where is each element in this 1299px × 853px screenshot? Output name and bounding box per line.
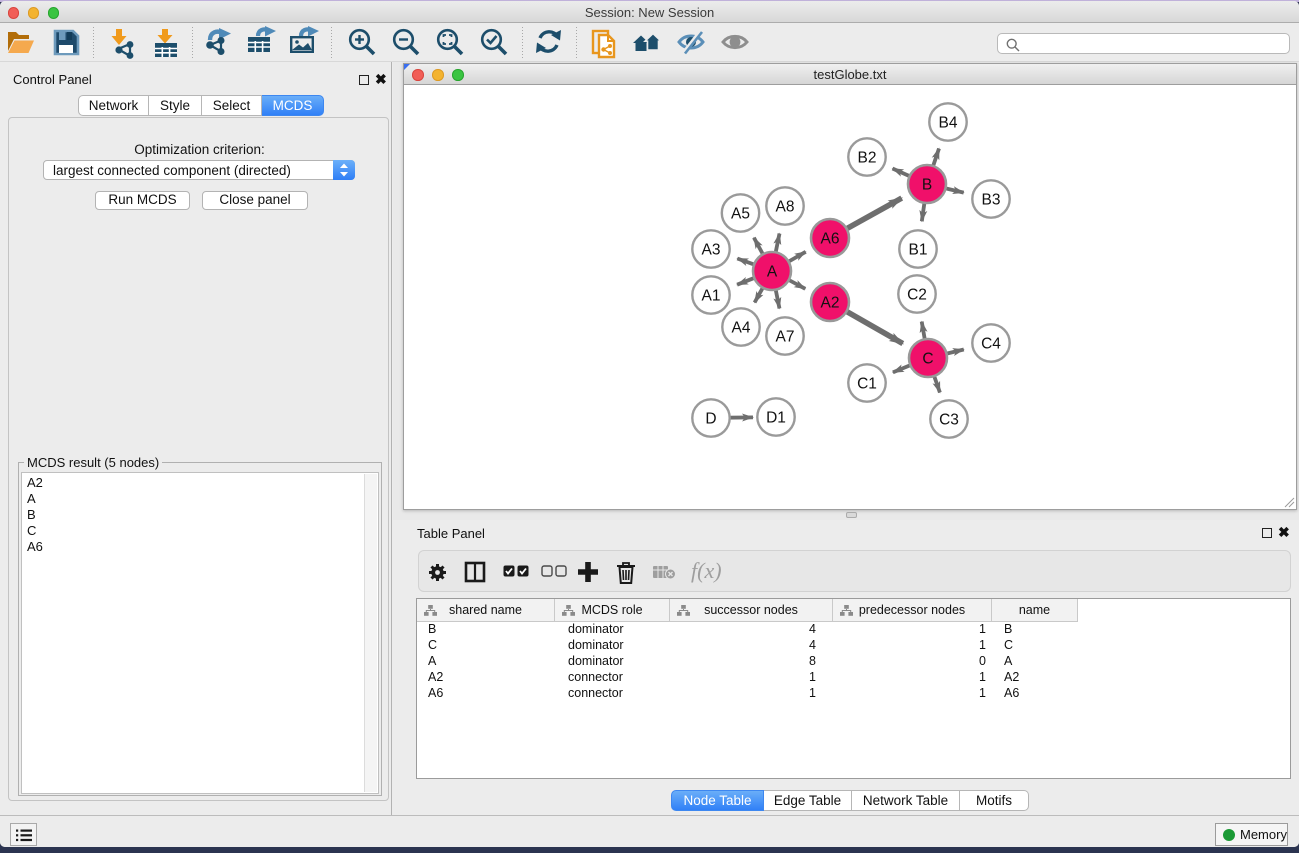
svg-text:C: C [922,351,933,368]
svg-text:D: D [705,411,716,428]
svg-text:C1: C1 [857,376,877,393]
svg-text:C3: C3 [939,412,959,429]
svg-text:A7: A7 [776,329,795,346]
svg-text:C2: C2 [907,287,927,304]
svg-text:B: B [922,177,932,194]
svg-text:A4: A4 [732,320,751,337]
svg-text:C4: C4 [981,336,1001,353]
svg-text:B4: B4 [939,115,958,132]
svg-text:D1: D1 [766,410,786,427]
svg-text:B3: B3 [982,192,1001,209]
svg-text:A5: A5 [731,206,750,223]
svg-text:A: A [767,264,778,281]
svg-text:A6: A6 [821,231,840,248]
svg-text:B2: B2 [858,150,877,167]
svg-text:A2: A2 [821,295,840,312]
svg-text:A3: A3 [702,242,721,259]
svg-text:B1: B1 [909,242,928,259]
svg-text:A8: A8 [776,199,795,216]
svg-text:A1: A1 [702,288,721,305]
